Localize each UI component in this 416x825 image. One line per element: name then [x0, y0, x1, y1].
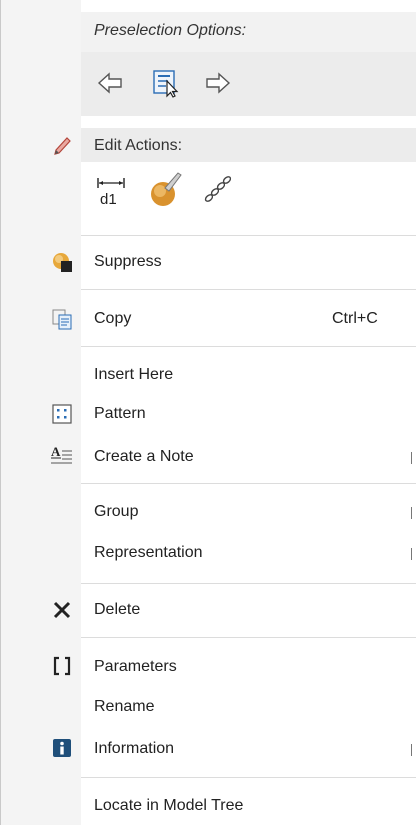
delete-x-icon — [51, 599, 73, 621]
copy-shortcut: Ctrl+C — [332, 310, 378, 327]
suppress-icon — [51, 251, 73, 273]
submenu-indicator — [411, 452, 412, 464]
edit-definition-brush-icon[interactable] — [147, 170, 183, 208]
menu-item-information[interactable]: Information — [94, 740, 174, 758]
preselection-toolbar — [81, 52, 416, 116]
separator — [81, 289, 416, 290]
menu-item-representation[interactable]: Representation — [94, 544, 203, 562]
submenu-indicator — [411, 548, 412, 560]
menu-item-pattern[interactable]: Pattern — [94, 405, 146, 423]
submenu-indicator — [411, 744, 412, 756]
arrow-left-icon[interactable] — [97, 70, 123, 96]
menu-item-group[interactable]: Group — [94, 503, 138, 521]
menu-item-copy[interactable]: Copy — [94, 310, 131, 328]
separator — [81, 583, 416, 584]
copy-icon — [51, 308, 73, 330]
separator — [81, 235, 416, 236]
menu-item-suppress[interactable]: Suppress — [94, 253, 162, 271]
pattern-icon — [51, 403, 73, 425]
dimension-d1-icon[interactable]: d1 — [95, 174, 129, 208]
select-cursor-icon[interactable] — [151, 68, 181, 98]
pencil-icon — [51, 135, 73, 157]
menu-item-create-note[interactable]: Create a Note — [94, 448, 194, 466]
chain-link-icon[interactable] — [201, 172, 235, 206]
svg-text:d1: d1 — [100, 191, 117, 208]
context-menu: Preselection Options: Edit Actions: d1 S… — [0, 0, 416, 825]
edit-actions-title: Edit Actions: — [94, 137, 183, 154]
menu-item-insert-here[interactable]: Insert Here — [94, 366, 173, 384]
submenu-indicator — [411, 507, 412, 519]
separator — [81, 637, 416, 638]
menu-item-parameters[interactable]: Parameters — [94, 658, 177, 676]
menu-item-locate-in-model-tree[interactable]: Locate in Model Tree — [94, 797, 243, 815]
separator — [81, 483, 416, 484]
separator — [81, 346, 416, 347]
menu-item-delete[interactable]: Delete — [94, 601, 140, 619]
svg-text:A: A — [51, 445, 61, 459]
separator — [81, 777, 416, 778]
note-icon: A — [51, 444, 73, 467]
parameters-icon — [51, 655, 73, 677]
info-icon — [51, 737, 73, 759]
arrow-right-icon[interactable] — [205, 70, 231, 96]
preselection-title: Preselection Options: — [94, 22, 247, 39]
menu-item-rename[interactable]: Rename — [94, 698, 154, 716]
